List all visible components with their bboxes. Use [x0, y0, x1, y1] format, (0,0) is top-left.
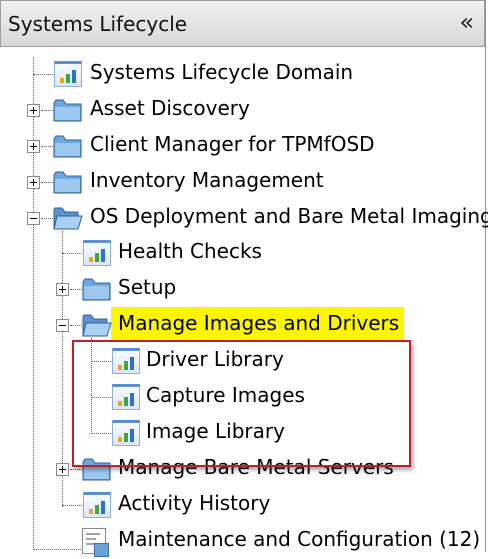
folder-icon: [82, 278, 111, 301]
navigation-tree: Systems Lifecycle Domain Asset Discovery…: [0, 47, 488, 557]
expand-icon[interactable]: [56, 463, 69, 476]
tree-item-os-deployment[interactable]: OS Deployment and Bare Metal Imaging: [0, 200, 488, 236]
chart-icon: [83, 492, 111, 518]
tree-item-maintenance-and-configuration[interactable]: Maintenance and Configuration (12): [0, 523, 486, 559]
tree-item-systems-lifecycle-domain[interactable]: Systems Lifecycle Domain: [0, 56, 486, 92]
maintenance-icon: [82, 528, 109, 557]
tree-item-health-checks[interactable]: Health Checks: [0, 235, 486, 271]
expand-icon[interactable]: [27, 176, 40, 189]
tree-item-label: Activity History: [118, 491, 271, 515]
tree-item-label: Manage Images and Drivers: [118, 311, 400, 335]
systems-lifecycle-panel: Systems Lifecycle « Systems Lifecycle Do…: [0, 0, 488, 557]
callout-box: [72, 340, 411, 467]
folder-icon: [53, 99, 82, 122]
folder-icon: [53, 171, 82, 194]
tree-item-asset-discovery[interactable]: Asset Discovery: [0, 92, 486, 128]
tree-item-label: Setup: [118, 275, 177, 299]
chart-icon: [83, 240, 111, 266]
chart-icon: [54, 61, 82, 87]
tree-item-manage-images-and-drivers[interactable]: Manage Images and Drivers: [0, 307, 486, 343]
collapse-panel-button[interactable]: «: [459, 8, 474, 36]
tree-item-label: Health Checks: [118, 239, 262, 263]
tree-item-activity-history[interactable]: Activity History: [0, 487, 486, 523]
tree-item-client-manager[interactable]: Client Manager for TPMfOSD: [0, 128, 486, 164]
expand-icon[interactable]: [56, 283, 69, 296]
collapse-icon[interactable]: [27, 212, 40, 225]
panel-header: Systems Lifecycle «: [0, 0, 485, 47]
tree-item-label: Client Manager for TPMfOSD: [90, 132, 375, 156]
tree-item-inventory-management[interactable]: Inventory Management: [0, 164, 486, 200]
panel-title: Systems Lifecycle: [8, 12, 188, 36]
collapse-icon[interactable]: [56, 319, 69, 332]
folder-open-icon: [53, 207, 83, 230]
expand-icon[interactable]: [27, 140, 40, 153]
tree-item-label: OS Deployment and Bare Metal Imaging: [90, 204, 488, 228]
expand-icon[interactable]: [27, 104, 40, 117]
tree-item-label: Inventory Management: [90, 168, 324, 192]
tree-item-setup[interactable]: Setup: [0, 271, 486, 307]
folder-icon: [53, 135, 82, 158]
tree-item-label: Systems Lifecycle Domain: [90, 60, 354, 84]
folder-open-icon: [82, 314, 112, 337]
tree-item-label: Asset Discovery: [90, 96, 250, 120]
tree-item-label: Maintenance and Configuration (12): [118, 527, 481, 551]
